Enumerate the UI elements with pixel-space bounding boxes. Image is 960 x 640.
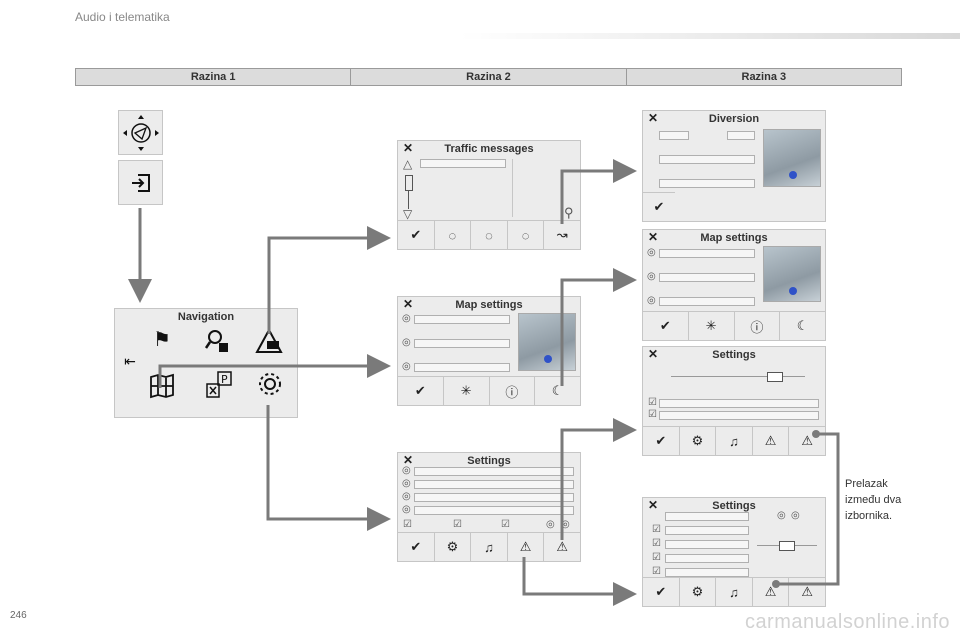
arrow-warning-to-settings (522, 557, 637, 606)
arrow-settings-to-settings (560, 418, 637, 540)
connector-arrows (128, 159, 840, 606)
arrow-navigation-to-traffic (267, 226, 391, 334)
arrow-navigation-to-map (158, 354, 391, 388)
page-number: 246 (10, 610, 27, 621)
transition-note: Prelazak između dva izbornika. (845, 478, 902, 522)
arrow-between-menus (776, 432, 840, 586)
arrow-navigation-to-settings (266, 405, 391, 531)
watermark: carmanualsonline.info (744, 611, 950, 633)
arrow-traffic-to-diversion (560, 159, 637, 224)
arrow-map-to-map (560, 268, 637, 386)
